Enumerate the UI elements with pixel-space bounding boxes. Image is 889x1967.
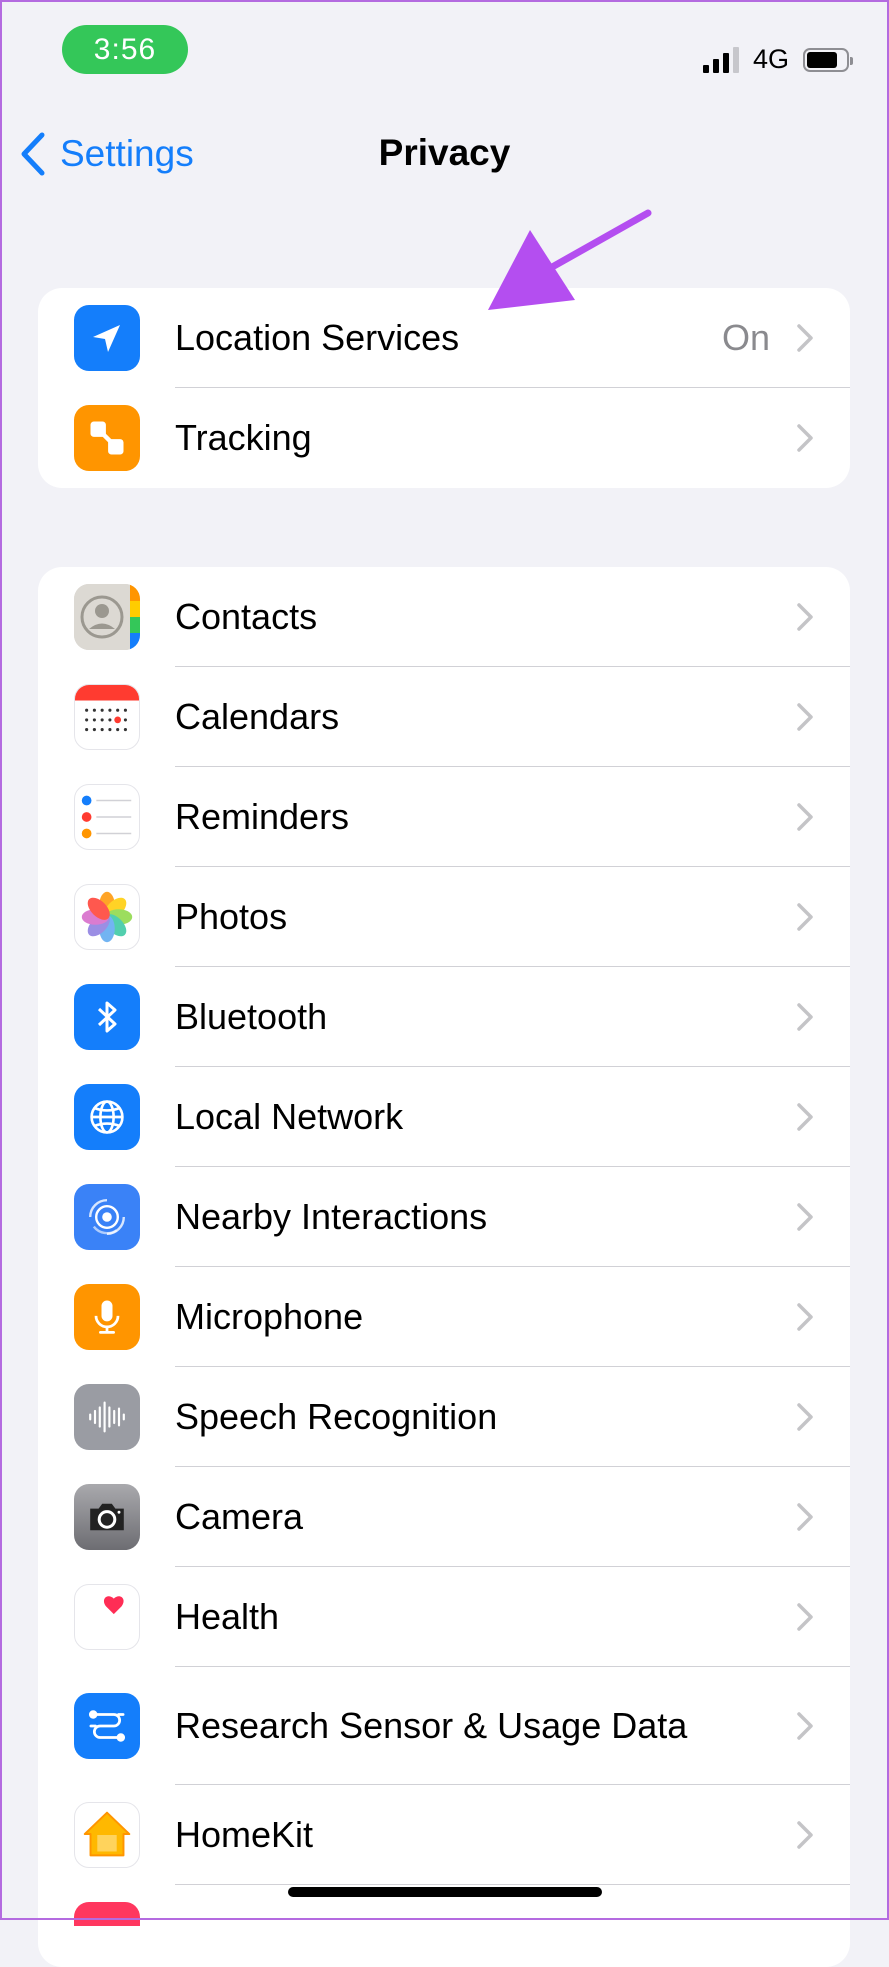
row-label: HomeKit — [175, 1814, 314, 1855]
tracking-icon — [74, 405, 140, 471]
row-label: Bluetooth — [175, 996, 328, 1037]
chevron-right-icon — [797, 1203, 813, 1231]
chevron-right-icon — [797, 324, 813, 352]
row-label: Calendars — [175, 696, 340, 737]
row-photos[interactable]: Photos — [38, 867, 850, 967]
chevron-right-icon — [797, 803, 813, 831]
privacy-permissions-group: Contacts Calendars Reminders Photos Blue… — [38, 567, 850, 1967]
signal-icon — [702, 46, 739, 73]
camera-icon — [74, 1484, 140, 1550]
chevron-right-icon — [797, 424, 813, 452]
chevron-right-icon — [797, 703, 813, 731]
chevron-right-icon — [797, 1603, 813, 1631]
row-label: Camera — [175, 1496, 304, 1537]
row-location-services[interactable]: Location Services On — [38, 288, 850, 388]
row-nearby-interactions[interactable]: Nearby Interactions — [38, 1167, 850, 1267]
chevron-right-icon — [797, 603, 813, 631]
photos-icon — [74, 884, 140, 950]
chevron-right-icon — [797, 1303, 813, 1331]
battery-icon — [803, 47, 853, 72]
chevron-right-icon — [797, 1503, 813, 1531]
row-tracking[interactable]: Tracking — [38, 388, 850, 488]
row-research-sensor[interactable]: Research Sensor & Usage Data — [38, 1667, 850, 1785]
row-label: Tracking — [175, 417, 312, 458]
row-label: Reminders — [175, 796, 350, 837]
network-type: 4G — [752, 44, 789, 74]
chevron-right-icon — [797, 1003, 813, 1031]
bluetooth-icon — [74, 984, 140, 1050]
row-label: Location Services — [175, 317, 460, 358]
page-title: Privacy — [378, 132, 511, 173]
microphone-icon — [74, 1284, 140, 1350]
location-arrow-icon — [74, 305, 140, 371]
status-indicators: 4G — [702, 44, 853, 75]
row-label: Health — [175, 1596, 280, 1637]
row-health[interactable]: Health — [38, 1567, 850, 1667]
status-time: 3:56 — [62, 25, 188, 74]
chevron-right-icon — [797, 1103, 813, 1131]
row-contacts[interactable]: Contacts — [38, 567, 850, 667]
reminders-icon — [74, 784, 140, 850]
chevron-right-icon — [797, 1712, 813, 1740]
row-value: On — [721, 317, 770, 358]
waveform-icon — [74, 1384, 140, 1450]
row-label: Microphone — [175, 1296, 364, 1337]
row-label: Speech Recognition — [175, 1396, 498, 1437]
calendar-icon — [74, 684, 140, 750]
nearby-icon — [74, 1184, 140, 1250]
row-label: Local Network — [175, 1096, 404, 1137]
globe-icon — [74, 1084, 140, 1150]
row-homekit[interactable]: HomeKit — [38, 1785, 850, 1885]
row-speech-recognition[interactable]: Speech Recognition — [38, 1367, 850, 1467]
chevron-right-icon — [797, 903, 813, 931]
row-label: Nearby Interactions — [175, 1196, 488, 1237]
home-indicator[interactable] — [288, 1887, 602, 1897]
home-icon — [74, 1802, 140, 1868]
contacts-icon — [74, 584, 140, 650]
row-microphone[interactable]: Microphone — [38, 1267, 850, 1367]
location-tracking-group: Location Services On Tracking — [38, 288, 850, 488]
next-row-icon-peek — [74, 1902, 140, 1926]
row-bluetooth[interactable]: Bluetooth — [38, 967, 850, 1067]
chevron-right-icon — [797, 1403, 813, 1431]
row-reminders[interactable]: Reminders — [38, 767, 850, 867]
chevron-right-icon — [797, 1821, 813, 1849]
row-label: Contacts — [175, 596, 318, 637]
research-icon — [74, 1693, 140, 1759]
annotation-arrow-icon — [488, 209, 652, 310]
row-label: Research Sensor & Usage Data — [175, 1705, 688, 1746]
row-camera[interactable]: Camera — [38, 1467, 850, 1567]
row-local-network[interactable]: Local Network — [38, 1067, 850, 1167]
row-label: Photos — [175, 896, 288, 937]
row-calendars[interactable]: Calendars — [38, 667, 850, 767]
heart-icon — [74, 1584, 140, 1650]
